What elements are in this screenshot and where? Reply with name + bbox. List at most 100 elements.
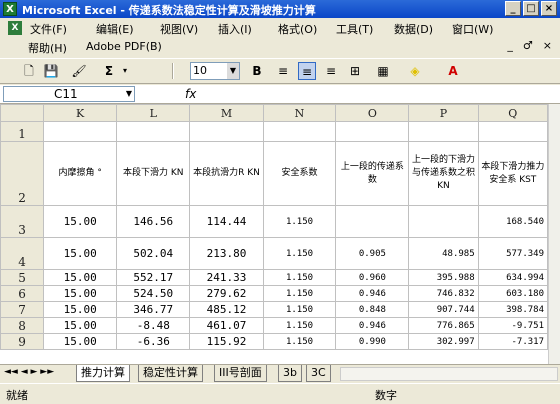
cell[interactable]: 114.44 [189,205,264,238]
align-left-icon[interactable]: ≡ [274,62,292,80]
fill-color-icon[interactable]: ◈ [406,62,424,80]
autosum-dropdown-icon[interactable]: ▾ [116,62,134,80]
cell[interactable]: 15.00 [43,301,118,318]
cell[interactable]: 15.00 [43,205,118,238]
cell[interactable]: 48.985 [408,237,479,270]
row-header[interactable]: 3 [0,205,45,238]
cell[interactable]: 0.960 [335,269,410,286]
vertical-scrollbar[interactable] [548,104,560,364]
bold-button[interactable]: B [248,62,266,80]
cell[interactable]: -6.36 [116,333,191,350]
cell[interactable]: 552.17 [116,269,191,286]
menu-window[interactable]: 窗口(W) [452,21,493,37]
tab-3c[interactable]: 3C [306,365,331,382]
close-button[interactable]: × [541,1,557,16]
cell[interactable]: -7.317 [477,333,548,350]
tab-navigation-arrows[interactable]: ◄◄ ◄ ► ►► [4,367,54,377]
menu-edit[interactable]: 编辑(E) [96,21,134,37]
cell[interactable]: 1.150 [262,269,337,286]
menu-adobe-pdf[interactable]: Adobe PDF(B) [86,40,162,53]
header-cell-transferred-force[interactable]: 上一段的下滑力与传递系数之积 KN [408,141,479,206]
menu-view[interactable]: 视图(V) [160,21,198,37]
row-header[interactable]: 5 [0,269,45,286]
maximize-button[interactable]: □ [523,1,539,16]
row-header[interactable]: 1 [0,121,45,142]
cell[interactable]: 146.56 [116,205,191,238]
cell[interactable]: 502.04 [116,237,191,270]
menu-data[interactable]: 数据(D) [394,21,433,37]
horizontal-scrollbar[interactable] [340,367,558,381]
cell[interactable]: 15.00 [43,333,118,350]
header-cell-transfer-coefficient[interactable]: 上一段的传递系数 [335,141,410,206]
cell[interactable]: 0.848 [335,301,410,318]
align-center-icon[interactable]: ≡ [298,62,316,80]
column-header-M[interactable]: M [189,104,264,122]
merge-center-icon[interactable]: ⊞ [346,62,364,80]
menu-format[interactable]: 格式(O) [278,21,317,37]
header-cell-thrust[interactable]: 本段下滑力推力安全系 KST [477,141,548,206]
cell[interactable] [408,121,479,142]
cell[interactable]: 577.349 [477,237,548,270]
cell[interactable] [43,121,118,142]
header-cell-friction-angle[interactable]: 内摩擦角 ° [43,141,118,206]
cell[interactable]: 346.77 [116,301,191,318]
workbook-restore-button[interactable]: ♂ [523,39,533,52]
row-header[interactable]: 2 [0,141,45,206]
cell[interactable]: 1.150 [262,317,337,334]
row-header[interactable]: 6 [0,285,45,302]
cell[interactable]: 0.990 [335,333,410,350]
cell[interactable]: 0.905 [335,237,410,270]
format-painter-icon[interactable]: 🖌 [70,62,88,80]
cell[interactable]: 1.150 [262,205,337,238]
name-box[interactable]: C11 ▼ [3,86,135,102]
cell[interactable] [408,205,479,238]
cell[interactable]: -9.751 [477,317,548,334]
cell[interactable]: 115.92 [189,333,264,350]
align-right-icon[interactable]: ≡ [322,62,340,80]
cell[interactable]: -8.48 [116,317,191,334]
cell[interactable] [335,121,410,142]
row-header[interactable]: 8 [0,317,45,334]
font-size-select[interactable]: 10 ▼ [190,62,240,80]
cell[interactable]: 395.988 [408,269,479,286]
cell[interactable]: 746.832 [408,285,479,302]
tab-section-iii[interactable]: III号剖面 [214,365,267,382]
cell[interactable]: 15.00 [43,237,118,270]
menu-tools[interactable]: 工具(T) [336,21,373,37]
cell[interactable] [262,121,337,142]
cell[interactable]: 1.150 [262,285,337,302]
menu-help[interactable]: 帮助(H) [28,40,67,56]
cell[interactable]: 1.150 [262,301,337,318]
cell[interactable]: 168.540 [477,205,548,238]
header-cell-sliding-force[interactable]: 本段下滑力 KN [116,141,191,206]
cell[interactable]: 279.62 [189,285,264,302]
cell[interactable] [335,205,410,238]
function-icon[interactable]: fx [185,87,196,101]
chevron-down-icon[interactable]: ▼ [126,87,132,101]
cell[interactable]: 776.865 [408,317,479,334]
tab-3b[interactable]: 3b [278,365,302,382]
row-header[interactable]: 7 [0,301,45,318]
cell[interactable] [116,121,191,142]
cell[interactable] [189,121,264,142]
column-header-K[interactable]: K [43,104,118,122]
menu-file[interactable]: 文件(F) [30,21,67,37]
cell[interactable]: 1.150 [262,333,337,350]
cell[interactable]: 1.150 [262,237,337,270]
workbook-minimize-button[interactable]: _ [507,39,513,52]
column-header-P[interactable]: P [408,104,479,122]
cell[interactable]: 15.00 [43,285,118,302]
cell[interactable]: 241.33 [189,269,264,286]
cell[interactable]: 0.946 [335,285,410,302]
cell[interactable]: 485.12 [189,301,264,318]
font-color-icon[interactable]: A [444,62,462,80]
column-header-Q[interactable]: Q [477,104,548,122]
workbook-close-button[interactable]: × [543,39,552,52]
excel-app-icon[interactable]: X [3,2,17,16]
column-header-N[interactable]: N [262,104,337,122]
save-icon[interactable]: 💾 [42,62,60,80]
tab-thrust-calculation[interactable]: 推力计算 [76,365,130,382]
cell[interactable]: 907.744 [408,301,479,318]
row-header[interactable]: 9 [0,333,45,350]
cell[interactable] [477,121,548,142]
